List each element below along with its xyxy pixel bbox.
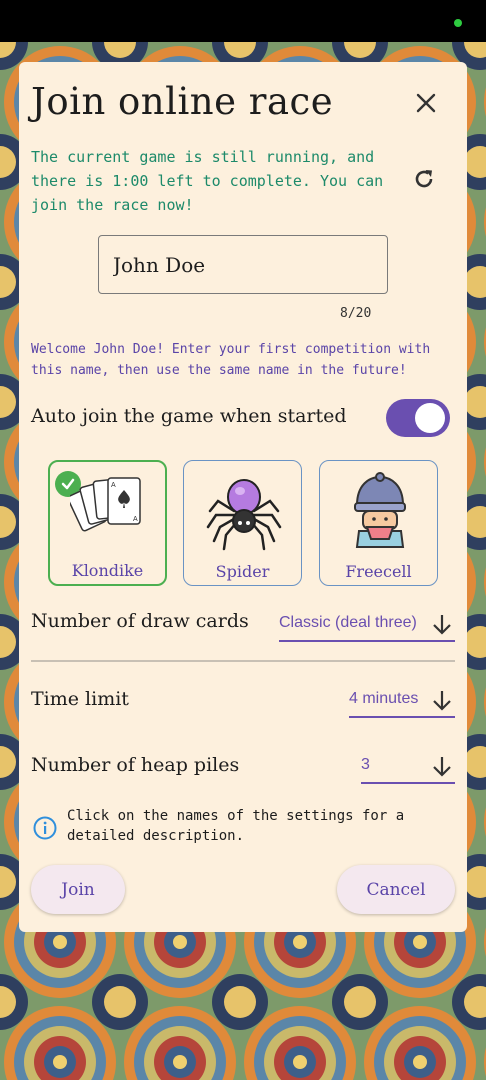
info-icon	[33, 816, 57, 840]
draw-cards-value: Classic (deal three)	[279, 614, 417, 631]
camera-indicator-icon	[454, 19, 462, 27]
draw-cards-label[interactable]: Number of draw cards	[31, 610, 249, 632]
svg-text:A: A	[133, 516, 138, 523]
close-icon	[416, 93, 436, 113]
divider	[31, 660, 455, 662]
cards-icon: A A	[70, 477, 141, 532]
close-button[interactable]	[411, 88, 441, 118]
gnome-icon	[354, 472, 406, 548]
join-race-dialog: Join online race The current game is sti…	[19, 62, 467, 932]
game-option-spider[interactable]: Spider	[183, 460, 302, 586]
svg-text:A: A	[111, 482, 116, 489]
dialog-title: Join online race	[31, 80, 334, 123]
game-label-klondike: Klondike	[71, 561, 144, 580]
refresh-icon	[415, 170, 433, 188]
status-bar	[0, 0, 486, 42]
heap-piles-label[interactable]: Number of heap piles	[31, 754, 239, 776]
race-status-text: The current game is still running, and t…	[31, 148, 384, 214]
name-char-counter: 8/20	[340, 306, 372, 321]
player-name-input[interactable]	[98, 235, 388, 294]
heap-piles-value: 3	[361, 756, 370, 773]
refresh-button[interactable]	[409, 164, 439, 194]
game-option-klondike[interactable]: A A Klondike	[48, 460, 167, 586]
time-limit-select[interactable]: 4 minutes	[349, 684, 455, 718]
game-label-freecell: Freecell	[345, 562, 412, 581]
heap-piles-select[interactable]: 3	[361, 750, 455, 784]
join-button[interactable]: Join	[31, 865, 125, 914]
game-option-freecell[interactable]: Freecell	[319, 460, 438, 586]
arrow-down-icon	[433, 615, 451, 635]
arrow-down-icon	[433, 691, 451, 711]
welcome-text: Welcome John Doe! Enter your first compe…	[31, 342, 431, 378]
auto-join-toggle[interactable]	[386, 399, 450, 437]
toggle-knob	[415, 403, 445, 433]
time-limit-value: 4 minutes	[349, 690, 419, 707]
arrow-down-icon	[433, 757, 451, 777]
auto-join-label: Auto join the game when started	[31, 405, 347, 427]
game-label-spider: Spider	[215, 562, 270, 581]
settings-hint-text: Click on the names of the settings for a…	[67, 808, 405, 844]
spider-icon	[206, 479, 282, 551]
cancel-button[interactable]: Cancel	[337, 865, 455, 914]
time-limit-label[interactable]: Time limit	[31, 688, 129, 710]
draw-cards-select[interactable]: Classic (deal three)	[279, 608, 455, 642]
